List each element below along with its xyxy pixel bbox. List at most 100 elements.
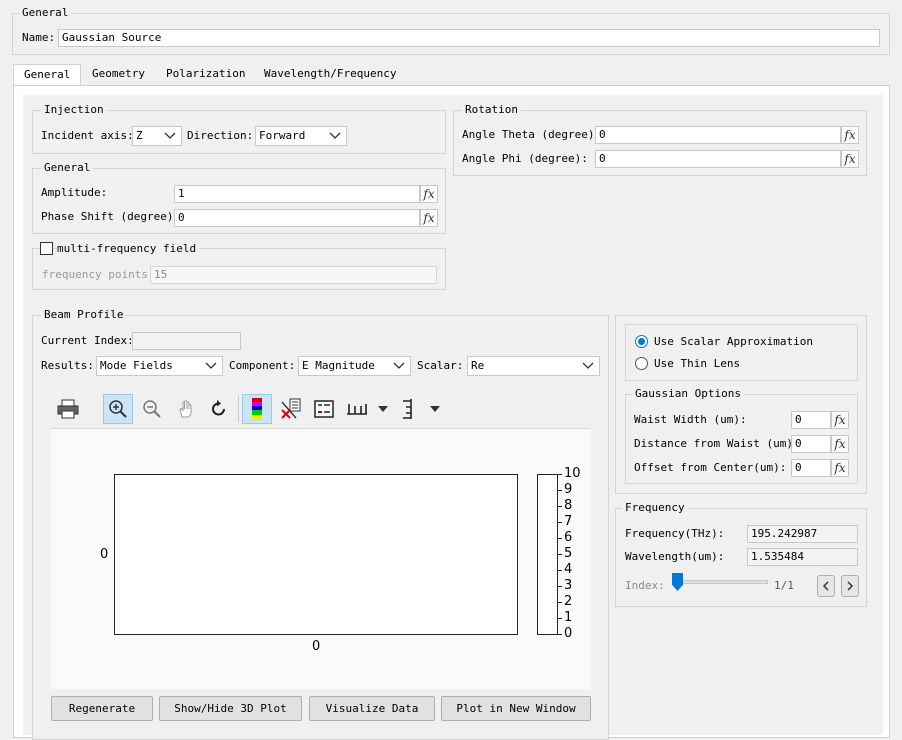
colorbar-tick-label: 7 <box>564 514 573 529</box>
index-slider-track <box>672 580 768 584</box>
amplitude-field[interactable]: 1 <box>174 185 420 203</box>
angle-phi-field[interactable]: 0 <box>595 150 841 168</box>
component-label: Component: <box>229 359 296 372</box>
chevron-down-icon <box>329 132 341 139</box>
waist-width-fx-button[interactable]: fx <box>831 411 849 429</box>
incident-axis-value: Z <box>136 129 143 142</box>
gaussian-options-title: Gaussian Options <box>632 387 744 401</box>
name-field[interactable]: Gaussian Source <box>58 29 880 47</box>
frequency-group: Frequency Frequency(THz): 195.242987 Wav… <box>615 501 867 607</box>
y-ticks-dropdown-button[interactable] <box>429 403 443 415</box>
pan-button[interactable] <box>171 394 201 424</box>
offset-from-center-field[interactable]: 0 <box>791 459 831 477</box>
phase-shift-fx-button[interactable]: fx <box>420 209 438 227</box>
direction-value: Forward <box>259 129 306 142</box>
offset-from-center-label: Offset from Center(um): <box>634 461 787 474</box>
zoom-out-button[interactable] <box>137 394 167 424</box>
colorbar-tick-mark <box>557 490 562 491</box>
x-ticks-icon <box>347 404 367 415</box>
colorbar-tick-mark <box>557 602 562 603</box>
frequency-thz-field[interactable]: 195.242987 <box>747 525 858 543</box>
colorbar-tick-label: 4 <box>564 562 573 577</box>
amplitude-fx-button[interactable]: fx <box>420 185 438 203</box>
frequency-title: Frequency <box>622 501 688 515</box>
cursor-icon <box>281 398 301 419</box>
phase-shift-field[interactable]: 0 <box>174 209 420 227</box>
approximation-group: Use Scalar Approximation Use Thin Lens <box>625 324 858 381</box>
use-scalar-approximation-radio[interactable] <box>635 335 648 348</box>
colorbar-icon <box>252 398 262 420</box>
injection-group: Injection Incident axis: Z Direction: Fo… <box>32 103 446 154</box>
print-button[interactable] <box>53 394 83 424</box>
zoom-in-button[interactable] <box>103 394 133 424</box>
colorbar <box>537 474 558 635</box>
tab-general[interactable]: General <box>13 64 82 86</box>
y-axis-ticks-button[interactable] <box>394 394 424 424</box>
gaussian-options-group: Gaussian Options Waist Width (um): 0 fx … <box>625 387 858 484</box>
tab-geometry[interactable]: Geometry <box>82 64 155 86</box>
general-top-title: General <box>19 6 72 20</box>
waist-width-field[interactable]: 0 <box>791 411 831 429</box>
direction-label: Direction: <box>187 129 254 142</box>
previous-index-button[interactable] <box>817 575 835 597</box>
direction-select[interactable]: Forward <box>255 126 347 146</box>
colorbar-tick-label: 5 <box>564 546 573 561</box>
regenerate-button[interactable]: Regenerate <box>51 696 153 721</box>
angle-phi-label: Angle Phi (degree): <box>462 152 588 165</box>
wavelength-um-field[interactable]: 1.535484 <box>747 548 858 566</box>
general-inner-title: General <box>41 161 94 175</box>
plot-x-label: 0 <box>312 639 321 654</box>
angle-theta-field[interactable]: 0 <box>595 126 841 144</box>
scalar-label: Scalar: <box>417 359 464 372</box>
plot-in-new-window-button[interactable]: Plot in New Window <box>441 696 591 721</box>
multi-frequency-checkbox[interactable] <box>40 242 53 255</box>
colorbar-tick-mark <box>557 570 562 571</box>
legend-button[interactable] <box>309 394 339 424</box>
incident-axis-label: Incident axis: <box>41 129 134 142</box>
offset-from-center-fx-button[interactable]: fx <box>831 459 849 477</box>
scalar-select[interactable]: Re <box>467 356 600 376</box>
angle-phi-fx-button[interactable]: fx <box>841 150 859 168</box>
injection-title: Injection <box>41 103 107 117</box>
tab-polarization[interactable]: Polarization <box>156 64 255 86</box>
index-slider-handle[interactable] <box>672 573 683 591</box>
next-index-button[interactable] <box>841 575 859 597</box>
component-value: E Magnitude <box>302 359 375 372</box>
colormap-button[interactable] <box>242 394 272 424</box>
rotate-icon <box>212 400 225 416</box>
caret-down-icon <box>430 406 440 412</box>
waist-width-label: Waist Width (um): <box>634 413 747 426</box>
frequency-points-field[interactable]: 15 <box>150 266 437 284</box>
x-axis-ticks-button[interactable] <box>342 394 372 424</box>
colorbar-tick-label: 6 <box>564 530 573 545</box>
distance-from-waist-fx-button[interactable]: fx <box>831 435 849 453</box>
phase-shift-label: Phase Shift (degree): <box>41 210 181 223</box>
tab-wavelength-frequency[interactable]: Wavelength/Frequency <box>254 64 406 86</box>
rotation-group: Rotation Angle Theta (degree): 0 fx Angl… <box>453 103 867 176</box>
frequency-points-label: frequency points: <box>42 268 155 281</box>
toolbar-separator <box>238 396 239 422</box>
x-ticks-dropdown-button[interactable] <box>377 403 391 415</box>
component-select[interactable]: E Magnitude <box>298 356 411 376</box>
data-cursor-button[interactable] <box>276 394 306 424</box>
colorbar-tick-mark <box>557 554 562 555</box>
reset-view-button[interactable] <box>204 394 234 424</box>
show-hide-3d-plot-button[interactable]: Show/Hide 3D Plot <box>159 696 302 721</box>
use-thin-lens-radio[interactable] <box>635 357 648 370</box>
rotation-title: Rotation <box>462 103 521 117</box>
visualize-data-button[interactable]: Visualize Data <box>309 696 435 721</box>
general-inner-group: General Amplitude: 1 fx Phase Shift (deg… <box>32 161 446 234</box>
results-select[interactable]: Mode Fields <box>96 356 223 376</box>
colorbar-tick-mark <box>557 538 562 539</box>
distance-from-waist-field[interactable]: 0 <box>791 435 831 453</box>
plot-axes <box>114 474 518 635</box>
zoom-in-icon <box>109 400 127 418</box>
zoom-out-icon <box>143 400 161 418</box>
beam-profile-title: Beam Profile <box>41 308 127 322</box>
index-value: 1/1 <box>774 579 794 592</box>
angle-theta-fx-button[interactable]: fx <box>841 126 859 144</box>
incident-axis-select[interactable]: Z <box>132 126 182 146</box>
current-index-field[interactable] <box>132 332 241 350</box>
results-label: Results: <box>41 359 94 372</box>
plot-y-label: 0 <box>100 547 109 562</box>
